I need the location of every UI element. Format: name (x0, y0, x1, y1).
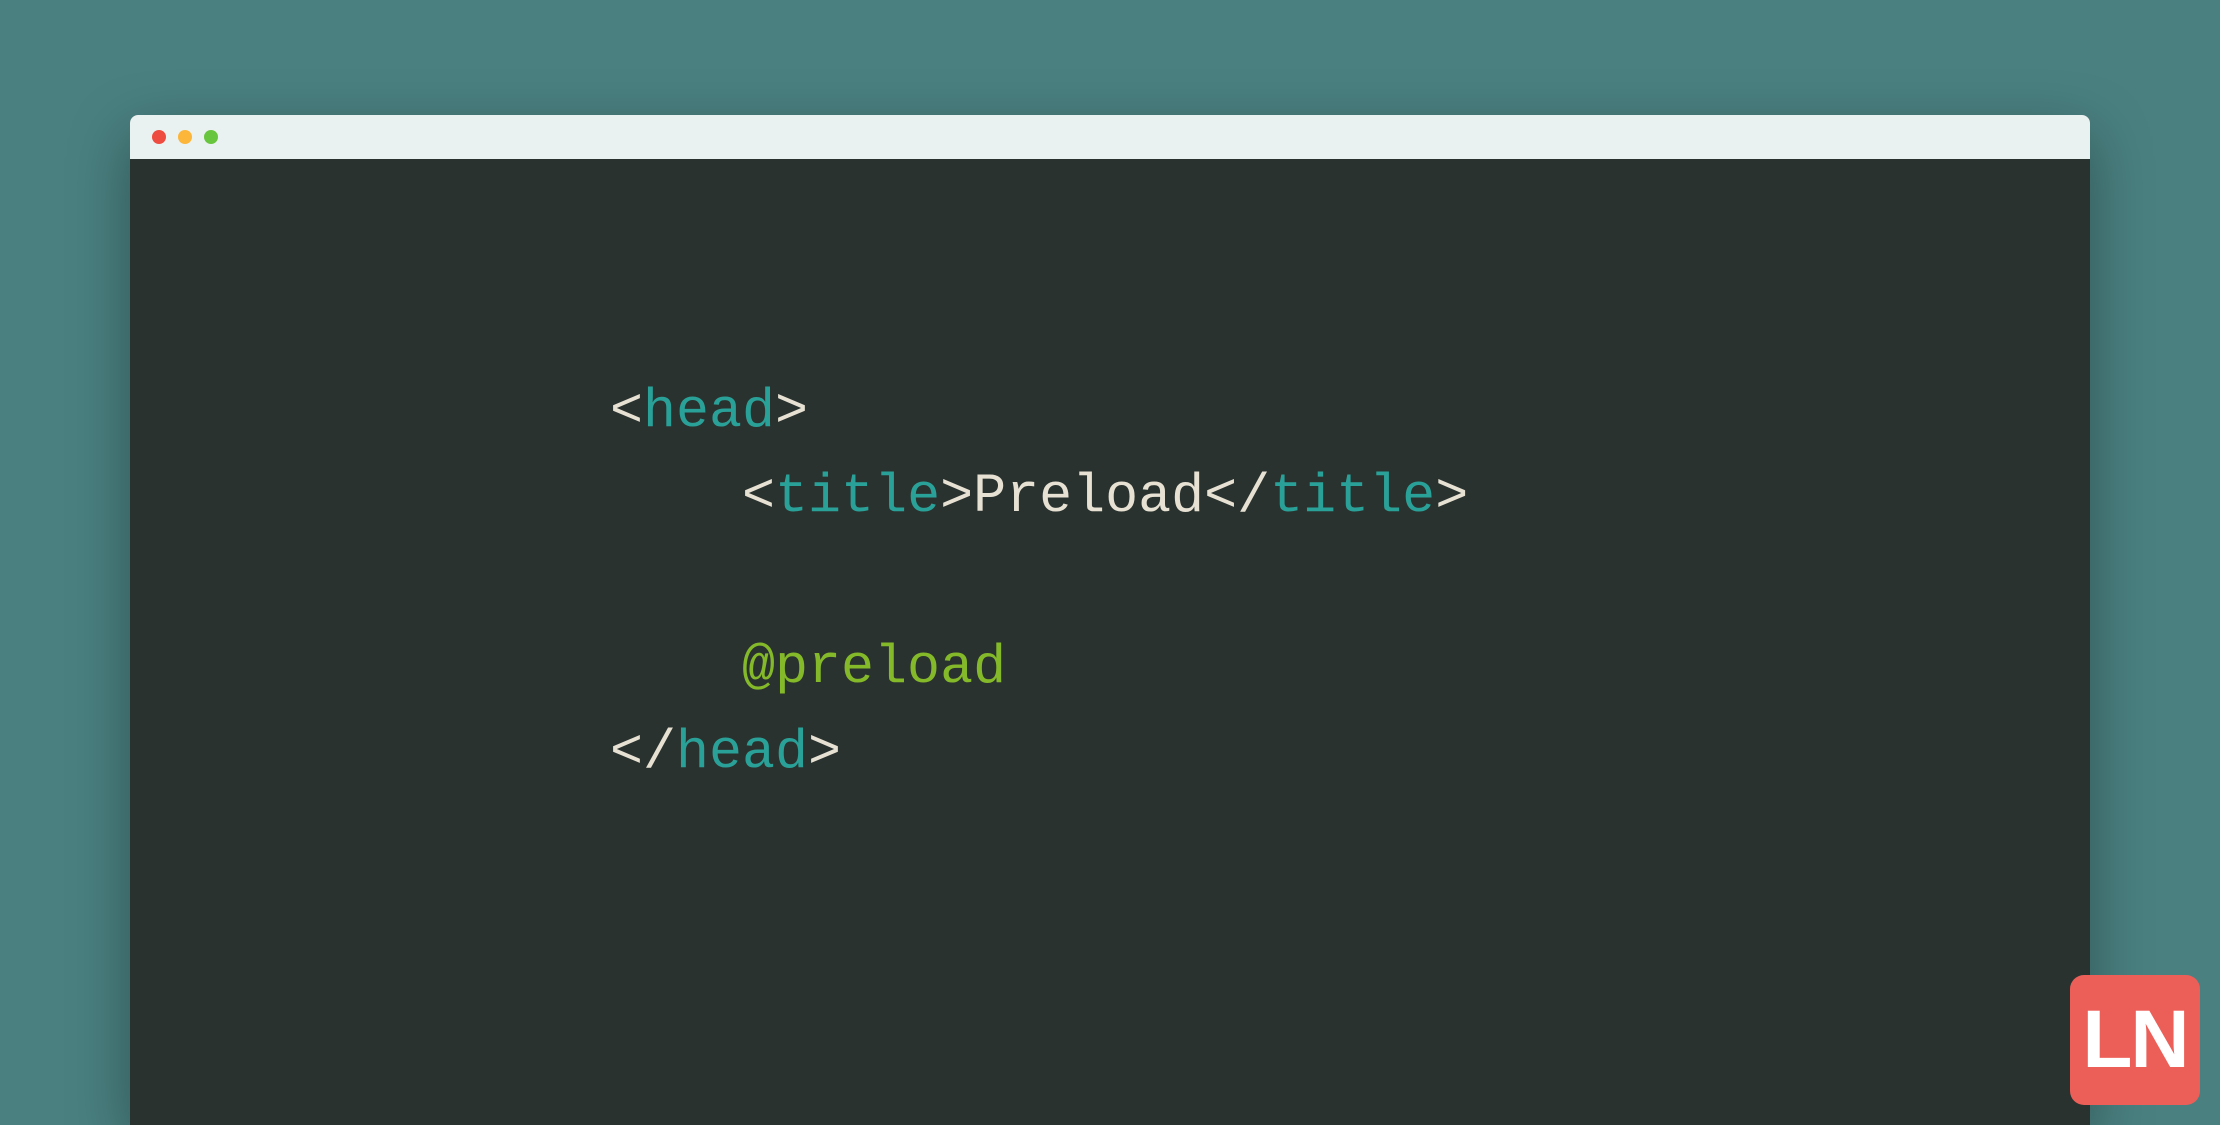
angle-bracket: </ (610, 721, 676, 784)
angle-bracket: < (610, 380, 643, 443)
tag-title-close: title (1270, 465, 1435, 528)
close-icon[interactable] (152, 130, 166, 144)
code-line-4: @preload (610, 636, 1006, 699)
code-line-1: <head> (610, 380, 808, 443)
window-titlebar (130, 115, 2090, 159)
angle-bracket: </ (1204, 465, 1270, 528)
angle-bracket: > (1435, 465, 1468, 528)
code-block: <head> <title>Preload</title> @preload <… (130, 159, 2090, 795)
tag-title: title (775, 465, 940, 528)
angle-bracket: > (940, 465, 973, 528)
code-line-5: </head> (610, 721, 841, 784)
title-text: Preload (973, 465, 1204, 528)
maximize-icon[interactable] (204, 130, 218, 144)
tag-head: head (643, 380, 775, 443)
indent (610, 636, 742, 699)
indent (610, 465, 742, 528)
angle-bracket: > (775, 380, 808, 443)
tag-head-close: head (676, 721, 808, 784)
code-line-2: <title>Preload</title> (610, 465, 1468, 528)
angle-bracket: < (742, 465, 775, 528)
minimize-icon[interactable] (178, 130, 192, 144)
preload-directive: @preload (742, 636, 1006, 699)
editor-window: <head> <title>Preload</title> @preload <… (130, 115, 2090, 1125)
logo-badge: LN (2070, 975, 2200, 1105)
logo-text: LN (2082, 999, 2187, 1081)
angle-bracket: > (808, 721, 841, 784)
